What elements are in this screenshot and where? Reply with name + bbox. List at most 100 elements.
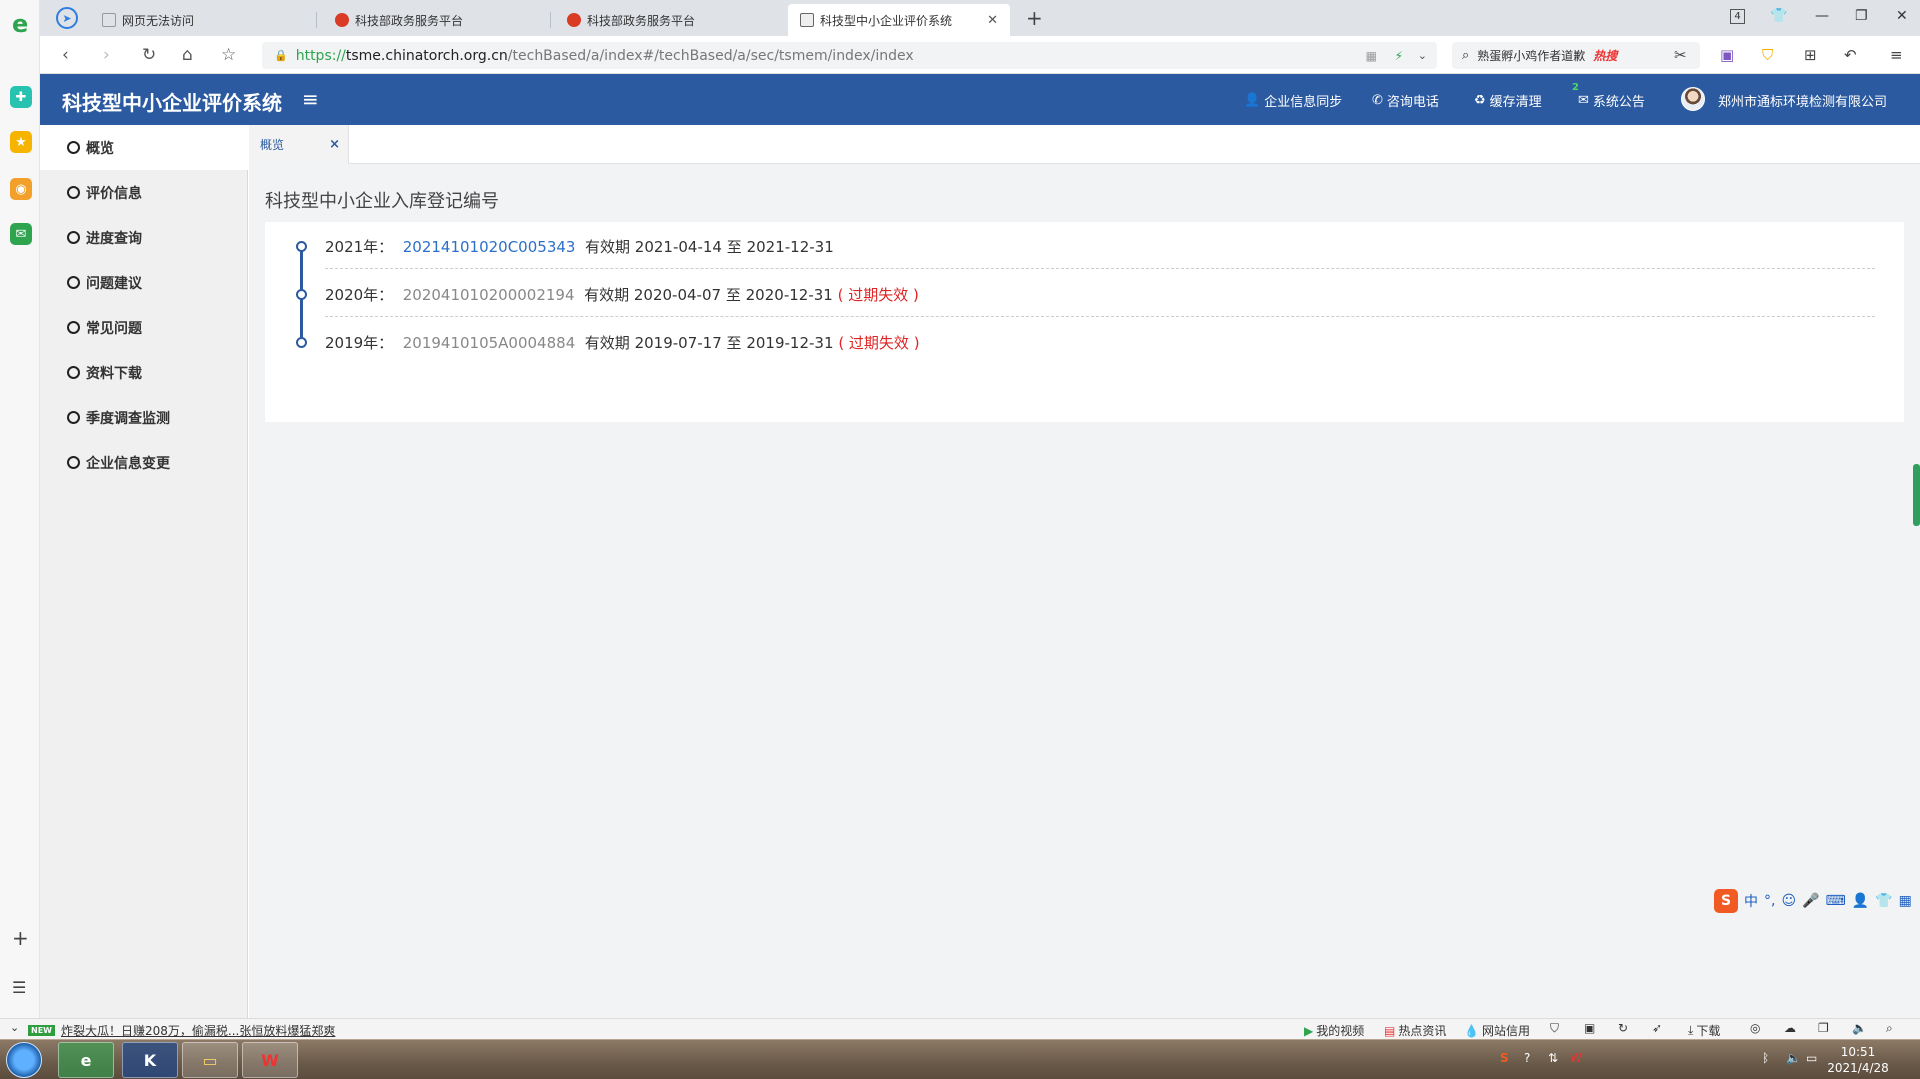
punctuation-icon[interactable]: °, bbox=[1764, 893, 1775, 909]
sync-company-info-link[interactable]: 👤 企业信息同步 bbox=[1244, 91, 1342, 110]
taskbar-wps-icon[interactable]: W bbox=[242, 1042, 298, 1078]
record-code: 2019410105A0004884 bbox=[402, 334, 576, 352]
skin-icon[interactable]: 👕 bbox=[1770, 8, 1787, 24]
mail-icon[interactable]: ✉ bbox=[10, 223, 32, 245]
sidebar-item-company-info-change[interactable]: 企业信息变更 bbox=[40, 440, 248, 485]
collapse-chevron-icon[interactable]: ⌄ bbox=[10, 1021, 19, 1034]
add-icon[interactable]: + bbox=[12, 926, 29, 950]
ime-lang-toggle[interactable]: 中 bbox=[1744, 891, 1758, 911]
microphone-icon[interactable]: 🎤 bbox=[1802, 893, 1819, 909]
emoji-icon[interactable]: ☺ bbox=[1781, 893, 1796, 909]
undo-icon[interactable]: ↶ bbox=[1844, 46, 1857, 64]
sidebar-item-label: 进度查询 bbox=[86, 230, 142, 247]
home-button[interactable]: ⌂ bbox=[182, 45, 193, 65]
clear-cache-link[interactable]: ♻ 缓存清理 bbox=[1474, 91, 1542, 110]
minimize-button[interactable]: — bbox=[1815, 8, 1829, 24]
start-button[interactable] bbox=[6, 1042, 42, 1078]
skin-icon[interactable]: 👕 bbox=[1875, 893, 1892, 909]
back-button[interactable]: ‹ bbox=[62, 45, 69, 65]
keyboard-icon[interactable]: ⌨ bbox=[1826, 893, 1846, 909]
sidebar-item-downloads[interactable]: 资料下载 bbox=[40, 350, 248, 395]
sidebar-item-faq[interactable]: 常见问题 bbox=[40, 305, 248, 350]
qr-icon[interactable]: ▦ bbox=[1366, 49, 1377, 63]
search-suggestion: 熟蛋孵小鸡作者道歉 bbox=[1477, 49, 1586, 63]
taskbar-k-app-icon[interactable]: K bbox=[122, 1042, 178, 1078]
hot-news-link[interactable]: ▤ 热点资讯 bbox=[1384, 1022, 1446, 1039]
privacy-icon[interactable]: ◎ bbox=[1750, 1021, 1760, 1035]
tab-close-icon[interactable]: × bbox=[329, 137, 340, 152]
tray-wps-icon[interactable]: W bbox=[1570, 1051, 1582, 1065]
sidebar-item-quarterly-survey[interactable]: 季度调查监测 bbox=[40, 395, 248, 440]
close-window-button[interactable]: ✕ bbox=[1896, 8, 1908, 24]
taskbar-browser-icon[interactable]: e bbox=[58, 1042, 114, 1078]
reload-button[interactable]: ↻ bbox=[142, 45, 156, 65]
sidebar-item-overview[interactable]: 概览 bbox=[40, 125, 248, 170]
refresh-icon[interactable]: ↻ bbox=[1618, 1021, 1628, 1035]
image-icon[interactable]: ▣ bbox=[1584, 1021, 1595, 1035]
location-icon[interactable]: ➤ bbox=[56, 7, 78, 29]
record-code-link[interactable]: 20214101020C005343 bbox=[403, 238, 576, 256]
favorites-icon[interactable]: ★ bbox=[10, 131, 32, 153]
shield-extension-icon[interactable]: ⛉ bbox=[1762, 46, 1773, 64]
browser-menu-icon[interactable]: ≡ bbox=[1890, 46, 1903, 64]
sidebar-item-suggestions[interactable]: 问题建议 bbox=[40, 260, 248, 305]
sidebar-app-icon[interactable]: ✚ bbox=[10, 86, 32, 108]
tray-volume-icon[interactable]: 🔈 bbox=[1786, 1051, 1801, 1065]
tray-display-icon[interactable]: ▭ bbox=[1806, 1051, 1817, 1065]
tray-bluetooth-icon[interactable]: ᛒ bbox=[1762, 1051, 1769, 1065]
scissors-icon[interactable]: ✂ bbox=[1674, 46, 1687, 64]
sogou-logo-icon[interactable]: S bbox=[1714, 889, 1738, 913]
tray-network-icon[interactable]: ⇅ bbox=[1548, 1051, 1558, 1065]
bookmark-star-icon[interactable]: ☆ bbox=[221, 45, 236, 65]
user-center-icon[interactable]: 👤 bbox=[1852, 893, 1869, 909]
tray-help-icon[interactable]: ? bbox=[1524, 1051, 1530, 1065]
site-credit-link[interactable]: 💧 网站信用 bbox=[1464, 1022, 1530, 1039]
search-box[interactable]: ⌕ 熟蛋孵小鸡作者道歉 热搜 bbox=[1452, 42, 1700, 69]
tab-close-icon[interactable]: ✕ bbox=[987, 13, 998, 28]
forward-button[interactable]: › bbox=[103, 45, 110, 65]
taskbar-folder-icon[interactable]: ▭ bbox=[182, 1042, 238, 1078]
tray-sogou-icon[interactable]: S bbox=[1500, 1051, 1509, 1065]
tab-overview[interactable]: 概览 × bbox=[249, 125, 349, 164]
translate-icon[interactable]: ▣ bbox=[1720, 46, 1734, 64]
browser-tab-2[interactable]: 科技部政务服务平台 bbox=[323, 4, 545, 36]
url-field[interactable]: 🔒 https:// tsme.chinatorch.org.cn /techB… bbox=[262, 42, 1437, 69]
sidebar-item-evaluation-info[interactable]: 评价信息 bbox=[40, 170, 248, 215]
menu-toggle-icon[interactable]: ≡ bbox=[302, 87, 319, 111]
url-scheme: https:// bbox=[295, 47, 346, 64]
droplet-icon: 💧 bbox=[1464, 1023, 1479, 1038]
sidebar-item-progress-query[interactable]: 进度查询 bbox=[40, 215, 248, 260]
rocket-icon[interactable]: ➶ bbox=[1652, 1021, 1662, 1035]
browser-logo-icon[interactable]: e bbox=[12, 10, 28, 38]
tab-count-badge[interactable]: 4 bbox=[1730, 9, 1745, 24]
weibo-icon[interactable]: ◉ bbox=[10, 178, 32, 200]
download-link[interactable]: ⤓ 下载 bbox=[1688, 1022, 1720, 1039]
browser-tab-3[interactable]: 科技部政务服务平台 bbox=[555, 4, 777, 36]
circle-icon bbox=[67, 456, 80, 469]
avatar[interactable] bbox=[1681, 87, 1705, 111]
apps-grid-icon[interactable]: ⊞ bbox=[1804, 46, 1817, 64]
my-videos-link[interactable]: ▶ 我的视频 bbox=[1304, 1022, 1364, 1039]
tab-separator bbox=[550, 12, 551, 28]
new-tab-button[interactable]: + bbox=[1026, 6, 1043, 30]
volume-icon[interactable]: 🔈 bbox=[1852, 1021, 1867, 1035]
record-year: 2020年： bbox=[325, 286, 394, 304]
emblem-icon bbox=[567, 13, 581, 27]
list-icon[interactable]: ☰ bbox=[12, 978, 26, 997]
taskbar-clock[interactable]: 10:51 2021/4/28 bbox=[1818, 1044, 1898, 1076]
restore-button[interactable]: ❐ bbox=[1855, 8, 1868, 24]
zoom-icon[interactable]: ⌕ bbox=[1886, 1021, 1893, 1036]
dropdown-chevron-icon[interactable]: ⌄ bbox=[1418, 49, 1427, 62]
toolbox-icon[interactable]: ▦ bbox=[1899, 893, 1912, 909]
system-notice-link[interactable]: ✉ 系统公告 bbox=[1578, 91, 1645, 110]
shield-icon[interactable]: ⛉ bbox=[1550, 1021, 1559, 1036]
consult-phone-link[interactable]: ✆ 咨询电话 bbox=[1372, 91, 1439, 110]
company-name[interactable]: 郑州市通标环境检测有限公司 bbox=[1718, 91, 1887, 110]
speed-icon[interactable]: ⚡ bbox=[1395, 49, 1403, 63]
browser-tab-4-active[interactable]: 科技型中小企业评价系统 ✕ bbox=[788, 4, 1010, 36]
browser-tab-1[interactable]: 网页无法访问 bbox=[90, 4, 312, 36]
cloud-icon[interactable]: ☁ bbox=[1784, 1021, 1796, 1035]
window-icon[interactable]: ❐ bbox=[1818, 1021, 1829, 1035]
scrollbar-thumb[interactable] bbox=[1913, 464, 1920, 526]
news-ticker[interactable]: NEW 炸裂大瓜！日赚208万，偷漏税...张恒放料爆猛郑爽 bbox=[28, 1022, 335, 1039]
